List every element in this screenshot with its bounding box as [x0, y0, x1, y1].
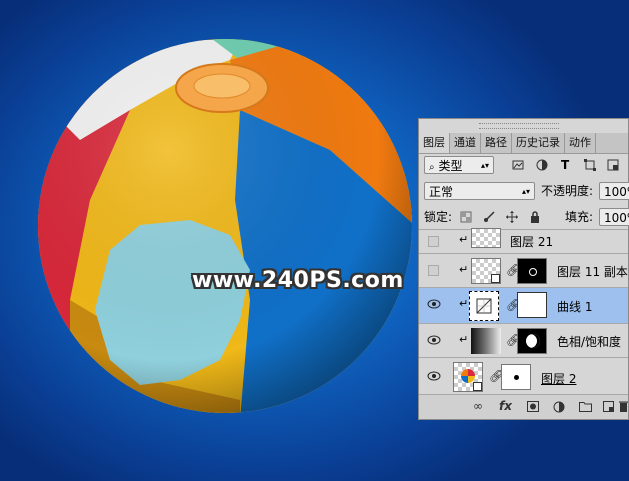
smart-object-filter-icon[interactable] [607, 159, 619, 171]
clip-arrow-icon: ↵ [459, 297, 469, 310]
layer-row[interactable]: ↵ 🔗︎ 色相/饱和度 [419, 323, 628, 357]
mask-thumbnail[interactable] [517, 328, 547, 354]
search-icon: ⌕ [429, 162, 435, 173]
visibility-toggle[interactable] [428, 265, 439, 276]
fill-input[interactable]: 100% [599, 208, 629, 226]
blend-mode-select[interactable]: 正常 ▴▾ [424, 182, 535, 200]
watermark-text: www.240PS.com [192, 268, 404, 293]
layer-name[interactable]: 色相/饱和度 [557, 333, 621, 350]
clip-arrow-icon: ↵ [459, 333, 469, 346]
mask-thumbnail[interactable] [517, 258, 547, 284]
curves-adjustment-icon [469, 291, 499, 321]
panel-tabs: 图层 通道 路径 历史记录 动作 [419, 133, 628, 154]
pixel-filter-icon[interactable] [512, 159, 524, 171]
mask-shape [529, 268, 537, 276]
lock-label: 锁定: [424, 210, 453, 224]
layer-row[interactable]: ↵ 图层 21 [419, 228, 628, 253]
eye-icon[interactable] [427, 299, 441, 309]
tab-history[interactable]: 历史记录 [512, 133, 565, 153]
tab-paths[interactable]: 路径 [481, 133, 512, 153]
tab-channels[interactable]: 通道 [450, 133, 481, 153]
mask-icon[interactable] [527, 401, 539, 412]
panel-grip[interactable] [479, 123, 559, 129]
layer-name[interactable]: 图层 2 [541, 370, 576, 387]
layers-panel: 图层 通道 路径 历史记录 动作 ⌕ 类型 ▴▾ T 正常 ▴▾ 不透明度: 1… [418, 118, 629, 420]
smart-object-icon [491, 274, 500, 283]
layer-thumbnail [471, 228, 501, 248]
layer-name[interactable]: 图层 21 [510, 233, 553, 250]
filter-type-label: 类型 [438, 159, 463, 173]
visibility-toggle[interactable] [428, 236, 439, 247]
opacity-input[interactable]: 100% [599, 182, 629, 200]
clip-arrow-icon: ↵ [459, 233, 469, 246]
folder-icon[interactable] [579, 401, 592, 412]
mask-shape [526, 334, 540, 348]
fx-icon[interactable]: fx [499, 399, 512, 413]
chevron-updown-icon: ▴▾ [521, 187, 530, 196]
layer-thumbnail [453, 362, 483, 392]
fill-label: 填充: [565, 210, 594, 224]
eye-icon[interactable] [427, 371, 441, 381]
trash-icon[interactable] [619, 401, 628, 412]
shape-filter-icon[interactable] [584, 159, 596, 171]
mask-thumbnail[interactable] [501, 364, 531, 390]
adjustment-icon[interactable] [553, 401, 565, 413]
mask-shape [514, 375, 519, 380]
beach-ball-thumbnail [461, 369, 475, 383]
mask-thumbnail[interactable] [517, 292, 547, 318]
tab-layers[interactable]: 图层 [419, 133, 450, 153]
filter-type-select[interactable]: ⌕ 类型 ▴▾ [424, 156, 494, 174]
link-icon[interactable]: ∞ [473, 399, 483, 413]
opacity-label: 不透明度: [541, 184, 594, 198]
lock-icon[interactable] [529, 211, 541, 223]
layer-row[interactable]: ↵ 🔗︎ 图层 11 副本 [419, 253, 628, 287]
layer-name[interactable]: 曲线 1 [557, 298, 592, 315]
hue-saturation-adjustment-icon [471, 328, 501, 354]
layer-name[interactable]: 图层 11 副本 [557, 263, 628, 280]
lock-transparent-icon[interactable] [460, 211, 472, 223]
brush-icon[interactable] [483, 211, 495, 223]
layer-row-selected[interactable]: ↵ 🔗︎ 曲线 1 [419, 287, 628, 323]
eye-icon[interactable] [427, 335, 441, 345]
chevron-updown-icon: ▴▾ [480, 161, 489, 170]
panel-footer: ∞ fx [419, 394, 628, 419]
smart-object-icon [473, 382, 482, 391]
tab-actions[interactable]: 动作 [565, 133, 596, 153]
move-icon[interactable] [506, 211, 518, 223]
blend-mode-value: 正常 [429, 185, 454, 199]
clip-arrow-icon: ↵ [459, 263, 469, 276]
new-layer-icon[interactable] [603, 401, 614, 412]
layer-thumbnail [471, 258, 501, 284]
adjustment-filter-icon[interactable] [536, 159, 548, 171]
text-filter-icon[interactable]: T [561, 156, 569, 174]
layer-row[interactable]: 🔗︎ 图层 2 [419, 357, 628, 395]
